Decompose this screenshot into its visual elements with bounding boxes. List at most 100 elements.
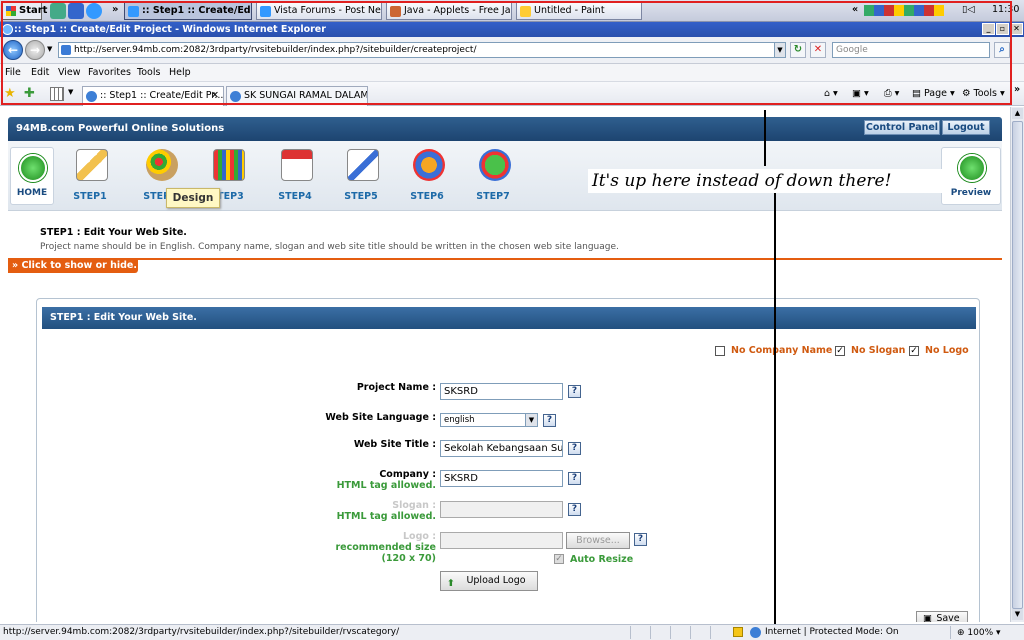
site-brand: 94MB.com Powerful Online Solutions <box>16 123 225 134</box>
site-title-input[interactable]: Sekolah Kebangsaan Sun <box>440 440 563 457</box>
home-icon[interactable]: ⌂ ▾ <box>824 88 838 99</box>
desktop-icon[interactable] <box>68 3 84 19</box>
search-icon[interactable]: ⌕ <box>994 42 1010 58</box>
tab-step1[interactable]: :: Step1 :: Create/Edit Pr... ✕ <box>82 86 224 106</box>
no-company-name-checkbox[interactable] <box>715 346 725 356</box>
search-input[interactable]: Google <box>832 42 990 58</box>
auto-resize-checkbox[interactable]: ✓ <box>554 554 564 564</box>
project-name-label: Project Name : <box>356 382 436 393</box>
step5-button[interactable]: STEP5 <box>336 149 386 205</box>
stop-icon[interactable]: ✕ <box>810 42 826 58</box>
security-zone[interactable]: Internet | Protected Mode: On <box>765 625 899 640</box>
slogan-input[interactable] <box>440 501 563 518</box>
language-select[interactable]: english ▼ <box>440 413 538 427</box>
help-icon[interactable]: ? <box>568 442 581 455</box>
favorites-star-icon[interactable]: ★ <box>4 86 16 101</box>
step1-button[interactable]: STEP1 <box>65 149 115 205</box>
site-title-label: Web Site Title : <box>353 439 436 450</box>
feeds-icon[interactable]: ▣ ▾ <box>852 88 869 99</box>
address-input[interactable]: http://server.94mb.com:2082/3rdparty/rvs… <box>58 42 782 58</box>
menu-help[interactable]: Help <box>169 67 191 78</box>
company-input[interactable]: SKSRD <box>440 470 563 487</box>
tools-menu[interactable]: ⚙ Tools ▾ <box>962 88 1005 99</box>
no-slogan-checkbox[interactable]: ✓ <box>835 346 845 356</box>
refresh-icon[interactable]: ↻ <box>790 42 806 58</box>
annotation-line-top <box>764 110 766 166</box>
globe-icon <box>479 149 511 181</box>
slogan-hint: HTML tag allowed. <box>336 511 436 522</box>
step-title: STEP1 : Edit Your Web Site. <box>40 227 187 238</box>
company-label: Company : <box>379 469 436 480</box>
annotation-line-bottom <box>774 193 776 640</box>
upload-arrow-icon: ⬆ <box>447 578 455 589</box>
step7-button[interactable]: STEP7 <box>468 149 518 205</box>
menu-file[interactable]: File <box>5 67 21 78</box>
menu-bar: File Edit View Favorites Tools Help <box>0 64 1024 82</box>
address-dropdown-icon[interactable]: ▼ <box>774 42 786 58</box>
logo-size-hint: (120 x 70) <box>381 553 436 564</box>
help-icon[interactable]: ? <box>634 533 647 546</box>
save-button[interactable]: ▣ Save <box>916 611 968 622</box>
help-icon[interactable]: ? <box>568 385 581 398</box>
close-button[interactable]: ✕ <box>1010 23 1023 35</box>
preview-button[interactable]: Preview <box>941 147 1001 205</box>
menu-favorites[interactable]: Favorites <box>88 67 131 78</box>
help-icon[interactable]: ? <box>568 472 581 485</box>
maximize-button[interactable]: ▫ <box>996 23 1009 35</box>
color-chart-icon <box>213 149 245 181</box>
chevron-icon[interactable]: » <box>112 4 118 15</box>
no-slogan-label: No Slogan <box>851 345 906 356</box>
upload-logo-button[interactable]: ⬆ Upload Logo <box>440 571 538 591</box>
home-icon <box>19 154 47 182</box>
scroll-thumb[interactable] <box>1012 121 1023 609</box>
status-bar: http://server.94mb.com:2082/3rdparty/rvs… <box>0 624 1024 640</box>
divider <box>8 258 1002 260</box>
help-icon[interactable]: ? <box>568 503 581 516</box>
logo-file-input[interactable] <box>440 532 563 549</box>
step4-button[interactable]: STEP4 <box>270 149 320 205</box>
tab-list-dropdown-icon[interactable]: ▼ <box>68 88 73 96</box>
globe-icon <box>750 627 761 638</box>
add-favorite-icon[interactable]: ✚ <box>24 86 35 101</box>
print-icon[interactable]: ⎙ ▾ <box>884 88 899 99</box>
forward-arrow-icon[interactable]: → <box>25 40 45 60</box>
menu-tools[interactable]: Tools <box>137 67 160 78</box>
toolbar-overflow-icon[interactable]: » <box>1014 84 1020 95</box>
taskbar-button-java[interactable]: Java - Applets - Free Ja... <box>386 2 512 20</box>
quick-tabs-icon[interactable] <box>50 87 64 101</box>
show-hide-toggle[interactable]: » Click to show or hide. <box>8 259 138 273</box>
no-logo-checkbox[interactable]: ✓ <box>909 346 919 356</box>
minimize-button[interactable]: _ <box>982 23 995 35</box>
close-tab-icon[interactable]: ✕ <box>211 87 219 105</box>
page-menu[interactable]: ▤ Page ▾ <box>912 88 955 99</box>
chevron-down-icon: ▼ <box>525 414 537 426</box>
history-dropdown-icon[interactable]: ▼ <box>47 45 52 53</box>
volume-icon[interactable]: ▯◁ <box>962 2 992 20</box>
taskbar-button-vista-forums[interactable]: Vista Forums - Post New ... <box>256 2 382 20</box>
menu-view[interactable]: View <box>58 67 81 78</box>
browse-button[interactable]: Browse... <box>566 532 630 549</box>
window-titlebar: :: Step1 :: Create/Edit Project - Window… <box>0 22 1024 37</box>
project-name-input[interactable]: SKSRD <box>440 383 563 400</box>
tab-bar: ★ ✚ ▼ :: Step1 :: Create/Edit Pr... ✕ SK … <box>0 82 1024 106</box>
back-arrow-icon[interactable]: ← <box>3 40 23 60</box>
logout-link[interactable]: Logout <box>942 120 990 135</box>
clock: 11:30 <box>992 4 1020 15</box>
start-button[interactable]: Start <box>2 2 47 20</box>
taskbar-button-step1[interactable]: :: Step1 :: Create/Edit ... <box>124 2 252 20</box>
home-button[interactable]: HOME <box>10 147 54 205</box>
step6-button[interactable]: STEP6 <box>402 149 452 205</box>
taskbar-button-paint[interactable]: Untitled - Paint <box>516 2 642 20</box>
scroll-up-icon[interactable]: ▲ <box>1012 108 1023 119</box>
scroll-down-icon[interactable]: ▼ <box>1012 609 1023 620</box>
quicklaunch-icon[interactable] <box>50 3 66 19</box>
zoom-control[interactable]: ⊕ 100% ▾ <box>950 626 1024 639</box>
vertical-scrollbar[interactable]: ▲ ▼ <box>1010 107 1024 622</box>
ie-icon[interactable] <box>86 3 102 19</box>
status-segment <box>650 626 670 639</box>
control-panel-link[interactable]: Control Panel <box>864 120 940 135</box>
logo-label: Logo : <box>402 531 436 542</box>
help-icon[interactable]: ? <box>543 414 556 427</box>
menu-edit[interactable]: Edit <box>31 67 49 78</box>
tab-sk-sungai-ramal[interactable]: SK SUNGAI RAMAL DALAM <box>226 86 368 106</box>
